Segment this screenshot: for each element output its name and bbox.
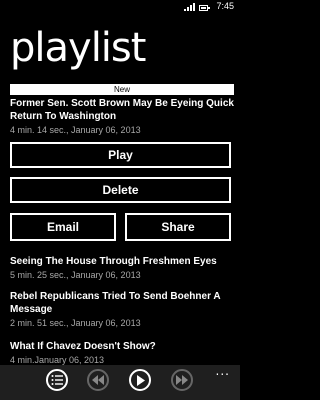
article-meta: 2 min. 51 sec., January 06, 2013: [10, 318, 141, 328]
article-title: What If Chavez Doesn't Show?: [10, 341, 156, 352]
featured-article[interactable]: Former Sen. Scott Brown May Be Eyeing Qu…: [10, 97, 234, 136]
article-meta: 4 min. 14 sec., January 06, 2013: [10, 125, 141, 135]
status-icons: [184, 3, 210, 11]
playlist-button[interactable]: [46, 369, 68, 391]
list-item[interactable]: What If Chavez Doesn't Show? 4 min.Janua…: [10, 340, 234, 366]
app-bar: ...: [0, 365, 240, 400]
status-bar: 7:45: [0, 0, 240, 14]
article-title: Seeing The House Through Freshmen Eyes: [10, 256, 217, 267]
email-button[interactable]: Email: [10, 213, 116, 241]
play-button[interactable]: Play: [10, 142, 231, 168]
play-pause-button[interactable]: [129, 369, 151, 391]
more-options-button[interactable]: ...: [216, 365, 230, 377]
rewind-icon: [92, 375, 104, 385]
article-meta: 5 min. 25 sec., January 06, 2013: [10, 270, 141, 280]
share-button[interactable]: Share: [125, 213, 231, 241]
play-icon: [137, 374, 145, 386]
previous-button[interactable]: [87, 369, 109, 391]
delete-button[interactable]: Delete: [10, 177, 231, 203]
battery-icon: [199, 5, 210, 11]
list-item[interactable]: Seeing The House Through Freshmen Eyes 5…: [10, 255, 234, 281]
next-button[interactable]: [171, 369, 193, 391]
list-item[interactable]: Rebel Republicans Tried To Send Boehner …: [10, 290, 234, 329]
article-title: Rebel Republicans Tried To Send Boehner …: [10, 291, 221, 315]
status-time: 7:45: [216, 1, 234, 11]
new-banner: New: [10, 84, 234, 95]
list-icon: [51, 375, 63, 385]
fast-forward-icon: [176, 375, 188, 385]
signal-strength-icon: [184, 3, 195, 11]
page-title: playlist: [10, 25, 146, 71]
article-title: Former Sen. Scott Brown May Be Eyeing Qu…: [10, 98, 234, 122]
